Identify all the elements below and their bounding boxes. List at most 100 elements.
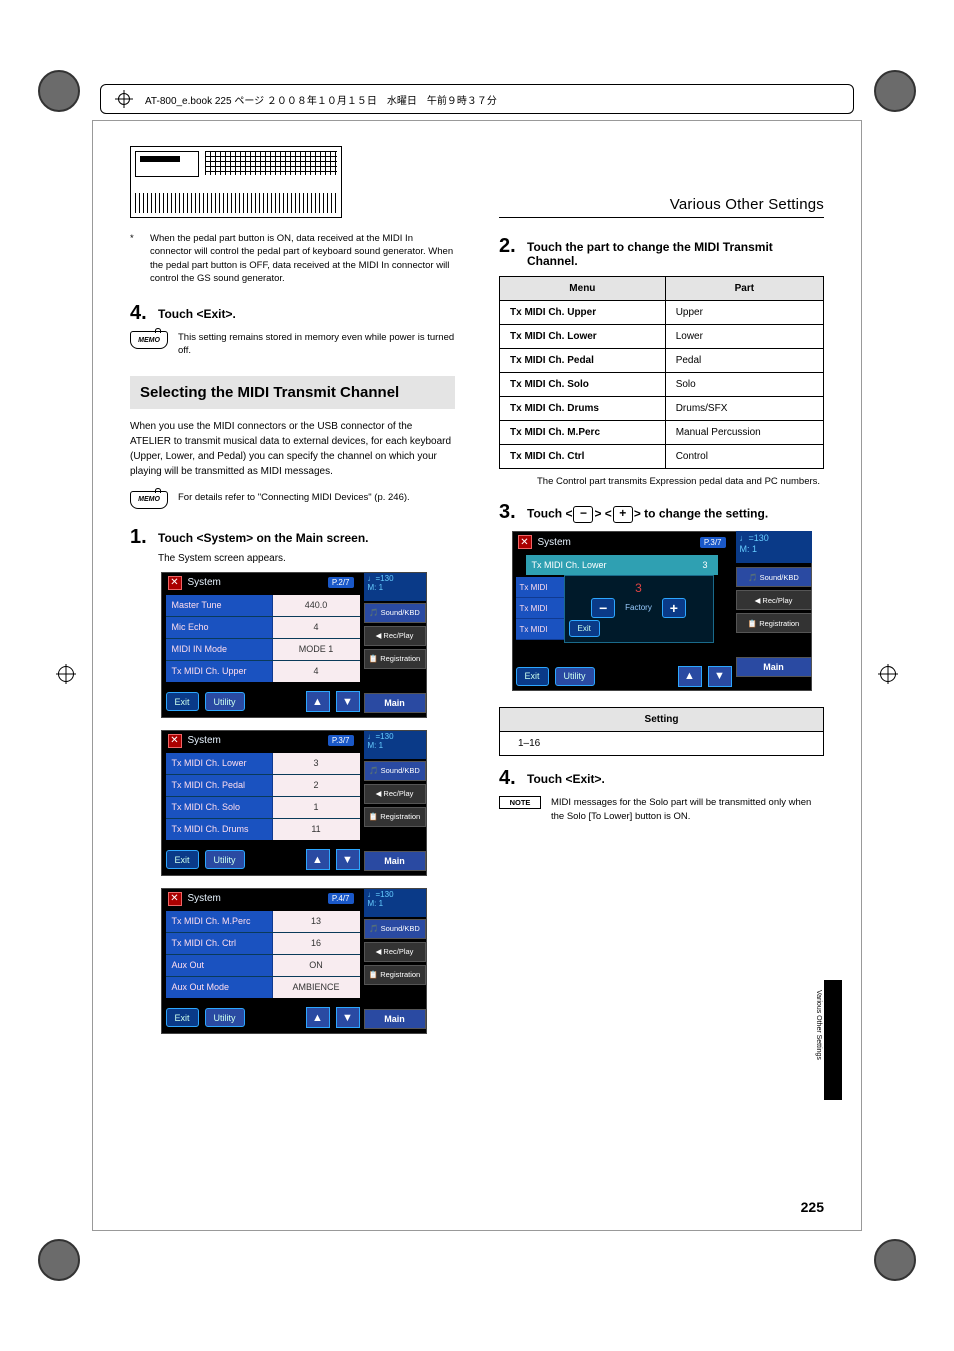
list-item[interactable]: Aux Out ModeAMBIENCE	[166, 977, 360, 998]
tab-registration[interactable]: 📋 Registration	[364, 965, 426, 985]
screen-title: System	[188, 577, 221, 588]
step-sub-text: The System screen appears.	[158, 553, 455, 564]
thumb-tab-label: Various Other Settings	[815, 990, 822, 1060]
plus-button[interactable]: +	[662, 598, 686, 618]
print-corner-mark	[38, 70, 80, 112]
step-number: 2.	[499, 236, 527, 256]
popup-screenshot: ✕ System P.3/7 ♩=130M: 1 Tx MIDI Tx MIDI…	[512, 531, 812, 691]
popup-value: 3	[635, 581, 642, 595]
tab-registration[interactable]: 📋 Registration	[364, 649, 426, 669]
close-icon[interactable]: ✕	[168, 734, 182, 748]
scroll-down-button[interactable]	[708, 666, 732, 687]
system-screenshot-3: ✕ System P.4/7 ♩=130M: 1 Tx MIDI Ch. M.P…	[161, 888, 425, 1034]
plus-icon: +	[613, 506, 633, 523]
exit-button[interactable]: Exit	[516, 667, 549, 686]
scroll-down-button[interactable]	[336, 1007, 360, 1028]
midi-channel-table: Menu Part Tx MIDI Ch. UpperUpper Tx MIDI…	[499, 276, 824, 469]
memo-icon: MEMO	[130, 331, 168, 349]
th-menu: Menu	[500, 277, 666, 301]
subsection-heading: Selecting the MIDI Transmit Channel	[130, 376, 455, 409]
screen-page: P.2/7	[328, 577, 354, 588]
list-item[interactable]: Tx MIDI Ch. Pedal2	[166, 775, 360, 797]
tab-sound[interactable]: 🎵 Sound/KBD	[364, 919, 426, 939]
step-text: Touch <System> on the Main screen.	[158, 531, 455, 545]
list-item[interactable]: Tx MIDI Ch. M.Perc13	[166, 911, 360, 933]
memo-text: For details refer to "Connecting MIDI De…	[178, 491, 455, 504]
tab-main[interactable]: Main	[736, 657, 812, 677]
print-corner-mark	[38, 1239, 80, 1281]
screen-page: P.3/7	[328, 735, 354, 746]
list-item[interactable]: Tx MIDI Ch. Ctrl16	[166, 933, 360, 955]
table-row: Tx MIDI Ch. SoloSolo	[500, 373, 824, 397]
tab-registration[interactable]: 📋 Registration	[736, 613, 812, 633]
left-column: * When the pedal part button is ON, data…	[130, 146, 455, 1205]
screen-title: System	[188, 893, 221, 904]
exit-button[interactable]: Exit	[166, 692, 199, 711]
tempo-panel: ♩=130M: 1	[364, 889, 426, 917]
tab-recplay[interactable]: ◀ Rec/Play	[736, 590, 812, 610]
tab-main[interactable]: Main	[364, 693, 426, 713]
th-part: Part	[665, 277, 823, 301]
screen-title: System	[538, 537, 571, 548]
list-item[interactable]: Tx MIDI Ch. Solo1	[166, 797, 360, 819]
footnote-asterisk: *	[130, 232, 150, 285]
screen-page: P.4/7	[328, 893, 354, 904]
tab-sound[interactable]: 🎵 Sound/KBD	[364, 603, 426, 623]
utility-button[interactable]: Utility	[205, 692, 245, 711]
exit-button[interactable]: Exit	[166, 850, 199, 869]
rule	[499, 217, 824, 218]
tab-recplay[interactable]: ◀ Rec/Play	[364, 942, 426, 962]
step-number: 3.	[499, 502, 527, 522]
close-icon[interactable]: ✕	[168, 892, 182, 906]
utility-button[interactable]: Utility	[555, 667, 595, 686]
factory-label[interactable]: Factory	[625, 603, 652, 612]
screen-title: System	[188, 735, 221, 746]
thumb-tab	[824, 980, 842, 1100]
tab-sound[interactable]: 🎵 Sound/KBD	[736, 567, 812, 587]
registration-mark	[56, 664, 76, 684]
list-item[interactable]: Master Tune440.0	[166, 595, 360, 617]
list-item[interactable]: Aux OutON	[166, 955, 360, 977]
setting-head: Setting	[500, 708, 824, 732]
keyboard-illustration	[130, 146, 342, 218]
step-text: Touch <−> <+> to change the setting.	[527, 506, 824, 523]
list-item[interactable]: MIDI IN ModeMODE 1	[166, 639, 360, 661]
step-number: 1.	[130, 527, 158, 547]
footnote: * When the pedal part button is ON, data…	[130, 232, 455, 285]
right-column: Various Other Settings 2. Touch the part…	[499, 146, 824, 1205]
memo-block: MEMO This setting remains stored in memo…	[130, 331, 455, 358]
tab-recplay[interactable]: ◀ Rec/Play	[364, 626, 426, 646]
close-icon[interactable]: ✕	[518, 535, 532, 549]
popup-exit-button[interactable]: Exit	[569, 620, 600, 637]
page: AT-800_e.book 225 ページ ２００８年１０月１５日 水曜日 午前…	[0, 0, 954, 1351]
crop-header: AT-800_e.book 225 ページ ２００８年１０月１５日 水曜日 午前…	[100, 84, 854, 114]
step-1: 1. Touch <System> on the Main screen.	[130, 527, 455, 547]
list-item[interactable]: Tx MIDI Ch. Lower3	[166, 753, 360, 775]
popup-title-bar: Tx MIDI Ch. Lower 3	[526, 555, 718, 575]
tab-main[interactable]: Main	[364, 851, 426, 871]
scroll-up-button[interactable]	[306, 691, 330, 712]
table-row: Tx MIDI Ch. DrumsDrums/SFX	[500, 397, 824, 421]
scroll-up-button[interactable]	[306, 849, 330, 870]
list-item[interactable]: Tx MIDI Ch. Upper4	[166, 661, 360, 682]
scroll-up-button[interactable]	[678, 666, 702, 687]
scroll-down-button[interactable]	[336, 691, 360, 712]
scroll-up-button[interactable]	[306, 1007, 330, 1028]
exit-button[interactable]: Exit	[166, 1008, 199, 1027]
list-item[interactable]: Tx MIDI Ch. Drums11	[166, 819, 360, 840]
note-block: NOTE MIDI messages for the Solo part wil…	[499, 796, 824, 823]
utility-button[interactable]: Utility	[205, 1008, 245, 1027]
tab-registration[interactable]: 📋 Registration	[364, 807, 426, 827]
tab-sound[interactable]: 🎵 Sound/KBD	[364, 761, 426, 781]
setting-value: 1–16	[500, 732, 824, 756]
minus-button[interactable]: −	[591, 598, 615, 618]
list-item[interactable]: Mic Echo4	[166, 617, 360, 639]
close-icon[interactable]: ✕	[168, 576, 182, 590]
subsection-paragraph: When you use the MIDI connectors or the …	[130, 419, 455, 479]
tab-recplay[interactable]: ◀ Rec/Play	[364, 784, 426, 804]
utility-button[interactable]: Utility	[205, 850, 245, 869]
scroll-down-button[interactable]	[336, 849, 360, 870]
table-row: Tx MIDI Ch. PedalPedal	[500, 349, 824, 373]
popup-panel: 3 − Factory + Exit	[564, 575, 714, 643]
tab-main[interactable]: Main	[364, 1009, 426, 1029]
